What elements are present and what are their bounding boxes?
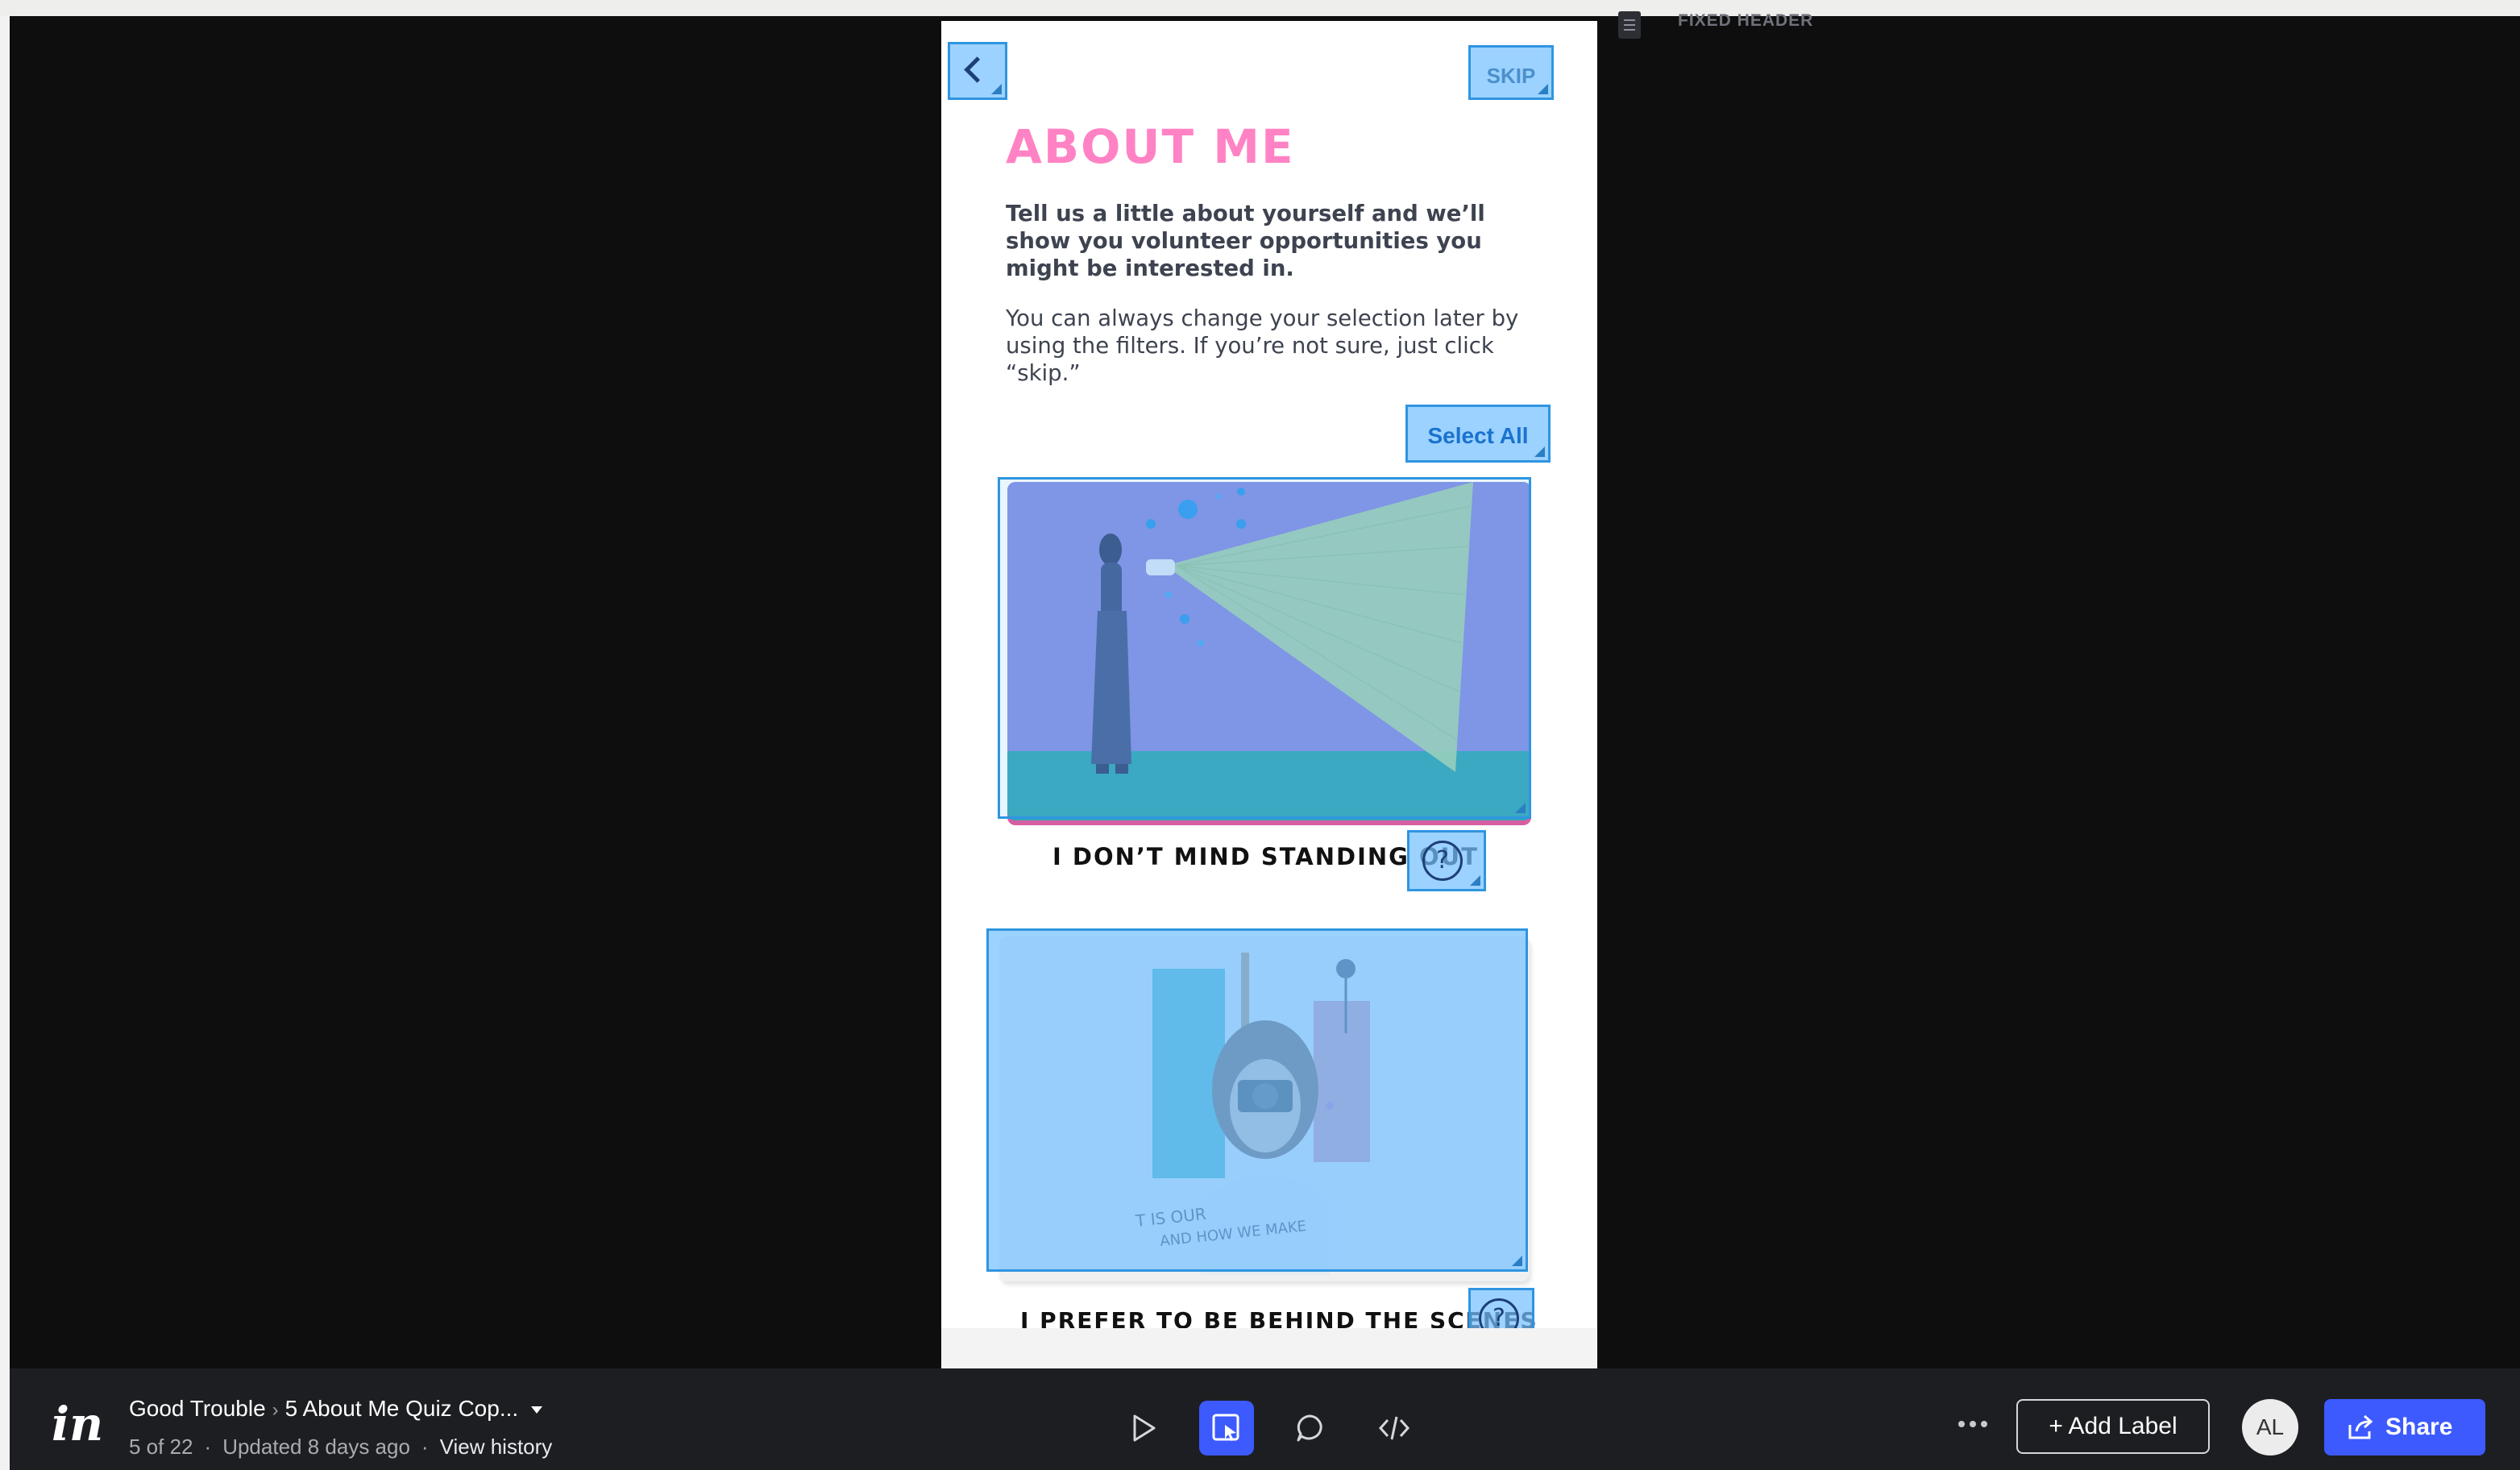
chevron-left-icon <box>964 56 990 83</box>
fixed-header-label: FIXED HEADER <box>1678 11 1814 30</box>
code-mode-button[interactable] <box>1367 1401 1422 1455</box>
play-icon <box>1133 1414 1156 1442</box>
select-all-label: Select All <box>1427 423 1529 448</box>
standing-out-hotspot[interactable] <box>998 477 1531 819</box>
more-icon[interactable] <box>1958 1417 1992 1431</box>
screen-position: 5 of 22 <box>129 1435 193 1459</box>
share-label: Share <box>2385 1414 2453 1440</box>
skip-label: SKIP <box>1486 64 1536 88</box>
screen-meta: 5 of 22 · Updated 8 days ago · View history <box>129 1435 553 1459</box>
share-button[interactable]: Share <box>2324 1399 2485 1455</box>
screen-bottom-bar <box>941 1328 1597 1368</box>
browser-top-strip <box>0 0 2520 16</box>
behind-scenes-hotspot[interactable] <box>986 928 1528 1272</box>
intro-text-bold: Tell us a little about yourself and we’l… <box>1006 201 1485 281</box>
code-icon <box>1378 1416 1410 1440</box>
select-all-hotspot[interactable]: Select All <box>1405 405 1551 463</box>
skip-hotspot[interactable]: SKIP <box>1468 45 1554 100</box>
intro-text: You can always change your selection lat… <box>1006 305 1519 386</box>
help-icon: ? <box>1422 841 1463 881</box>
invision-logo[interactable]: in <box>52 1401 103 1447</box>
breadcrumb-separator-icon: › <box>272 1399 279 1421</box>
view-history-link[interactable]: View history <box>440 1435 553 1459</box>
preview-mode-button[interactable] <box>1115 1401 1170 1455</box>
project-name-link[interactable]: Good Trouble <box>129 1396 266 1421</box>
share-icon <box>2348 1414 2373 1439</box>
avatar[interactable]: AL <box>2242 1399 2298 1455</box>
screen-name[interactable]: 5 About Me Quiz Cop... <box>285 1396 519 1421</box>
add-label-button[interactable]: + Add Label <box>2016 1399 2210 1454</box>
prototype-screen: SKIP ABOUT ME Tell us a little about you… <box>941 21 1597 1368</box>
back-hotspot[interactable] <box>948 42 1007 100</box>
breadcrumb: Good Trouble › 5 About Me Quiz Cop... <box>129 1396 543 1422</box>
inspect-mode-button[interactable] <box>1199 1401 1254 1455</box>
caret-down-icon[interactable] <box>531 1406 543 1414</box>
help-button-standing-out[interactable]: ? <box>1407 830 1486 891</box>
updated-time: Updated 8 days ago <box>222 1435 410 1459</box>
fixed-header-icon <box>1618 11 1641 39</box>
page-title: ABOUT ME <box>1006 119 1295 174</box>
bottom-toolbar: in Good Trouble › 5 About Me Quiz Cop... 5… <box>10 1368 2520 1470</box>
comment-icon <box>1297 1414 1322 1442</box>
left-edge <box>0 16 10 1470</box>
inspect-icon <box>1212 1414 1239 1441</box>
comment-mode-button[interactable] <box>1283 1401 1338 1455</box>
